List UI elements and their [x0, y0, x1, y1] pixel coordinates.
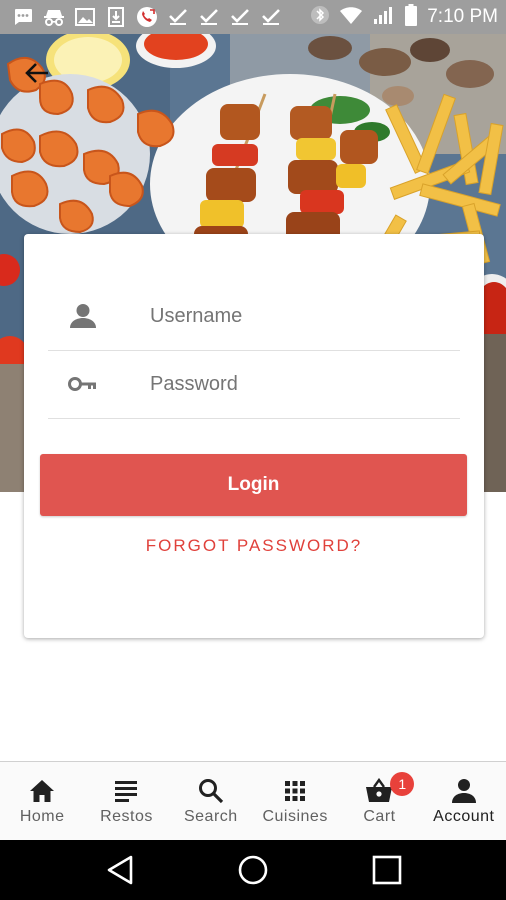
- login-card: Login FORGOT PASSWORD?: [24, 234, 484, 638]
- password-input[interactable]: [150, 368, 450, 400]
- username-field[interactable]: [48, 282, 460, 351]
- home-icon: [28, 777, 56, 805]
- nav-item-cart[interactable]: 1 Cart: [337, 762, 421, 841]
- nav-item-account[interactable]: Account: [422, 762, 506, 841]
- login-button[interactable]: Login: [40, 454, 467, 516]
- status-bar: 7:10 PM: [0, 0, 506, 34]
- notification-icons: [0, 7, 282, 27]
- search-icon: [197, 777, 225, 805]
- check-icon: [260, 7, 282, 27]
- status-time: 7:10 PM: [427, 6, 498, 27]
- bluetooth-icon: [311, 5, 330, 30]
- nav-label: Home: [19, 808, 65, 825]
- back-triangle-icon[interactable]: [102, 853, 138, 887]
- battery-icon: [405, 3, 418, 31]
- nav-label: Cuisines: [262, 808, 328, 825]
- wifi-icon: [339, 5, 363, 30]
- key-icon: [68, 371, 98, 397]
- forgot-password-link[interactable]: FORGOT PASSWORD?: [24, 536, 484, 556]
- message-icon: [12, 7, 34, 27]
- missed-call-icon: [136, 7, 158, 27]
- incognito-icon: [43, 7, 65, 27]
- check-icon: [229, 7, 251, 27]
- nav-label: Search: [183, 808, 238, 825]
- nav-item-search[interactable]: Search: [169, 762, 253, 841]
- nav-label: Account: [433, 808, 495, 825]
- system-status-icons: 7:10 PM: [311, 0, 498, 34]
- nav-item-restos[interactable]: Restos: [84, 762, 168, 841]
- check-icon: [167, 7, 189, 27]
- username-input[interactable]: [150, 300, 450, 332]
- nav-label: Cart: [363, 808, 396, 825]
- nav-label: Restos: [100, 808, 153, 825]
- recents-square-icon[interactable]: [369, 853, 405, 887]
- password-field[interactable]: [48, 350, 460, 419]
- system-navigation-bar: [0, 840, 506, 900]
- person-icon: [68, 303, 98, 329]
- signal-icon: [373, 5, 395, 30]
- check-icon: [198, 7, 220, 27]
- cart-badge: 1: [390, 772, 415, 796]
- nav-item-home[interactable]: Home: [0, 762, 84, 841]
- home-circle-icon[interactable]: [235, 853, 271, 887]
- basket-icon: [365, 777, 393, 805]
- download-icon: [105, 7, 127, 27]
- back-arrow-icon[interactable]: [22, 58, 52, 88]
- nav-item-cuisines[interactable]: Cuisines: [253, 762, 337, 841]
- bottom-navigation: Home Restos Search Cuisines 1 Cart Accou…: [0, 761, 506, 841]
- grid-icon: [281, 777, 309, 805]
- image-icon: [74, 7, 96, 27]
- list-icon: [112, 777, 140, 805]
- person-icon: [450, 777, 478, 805]
